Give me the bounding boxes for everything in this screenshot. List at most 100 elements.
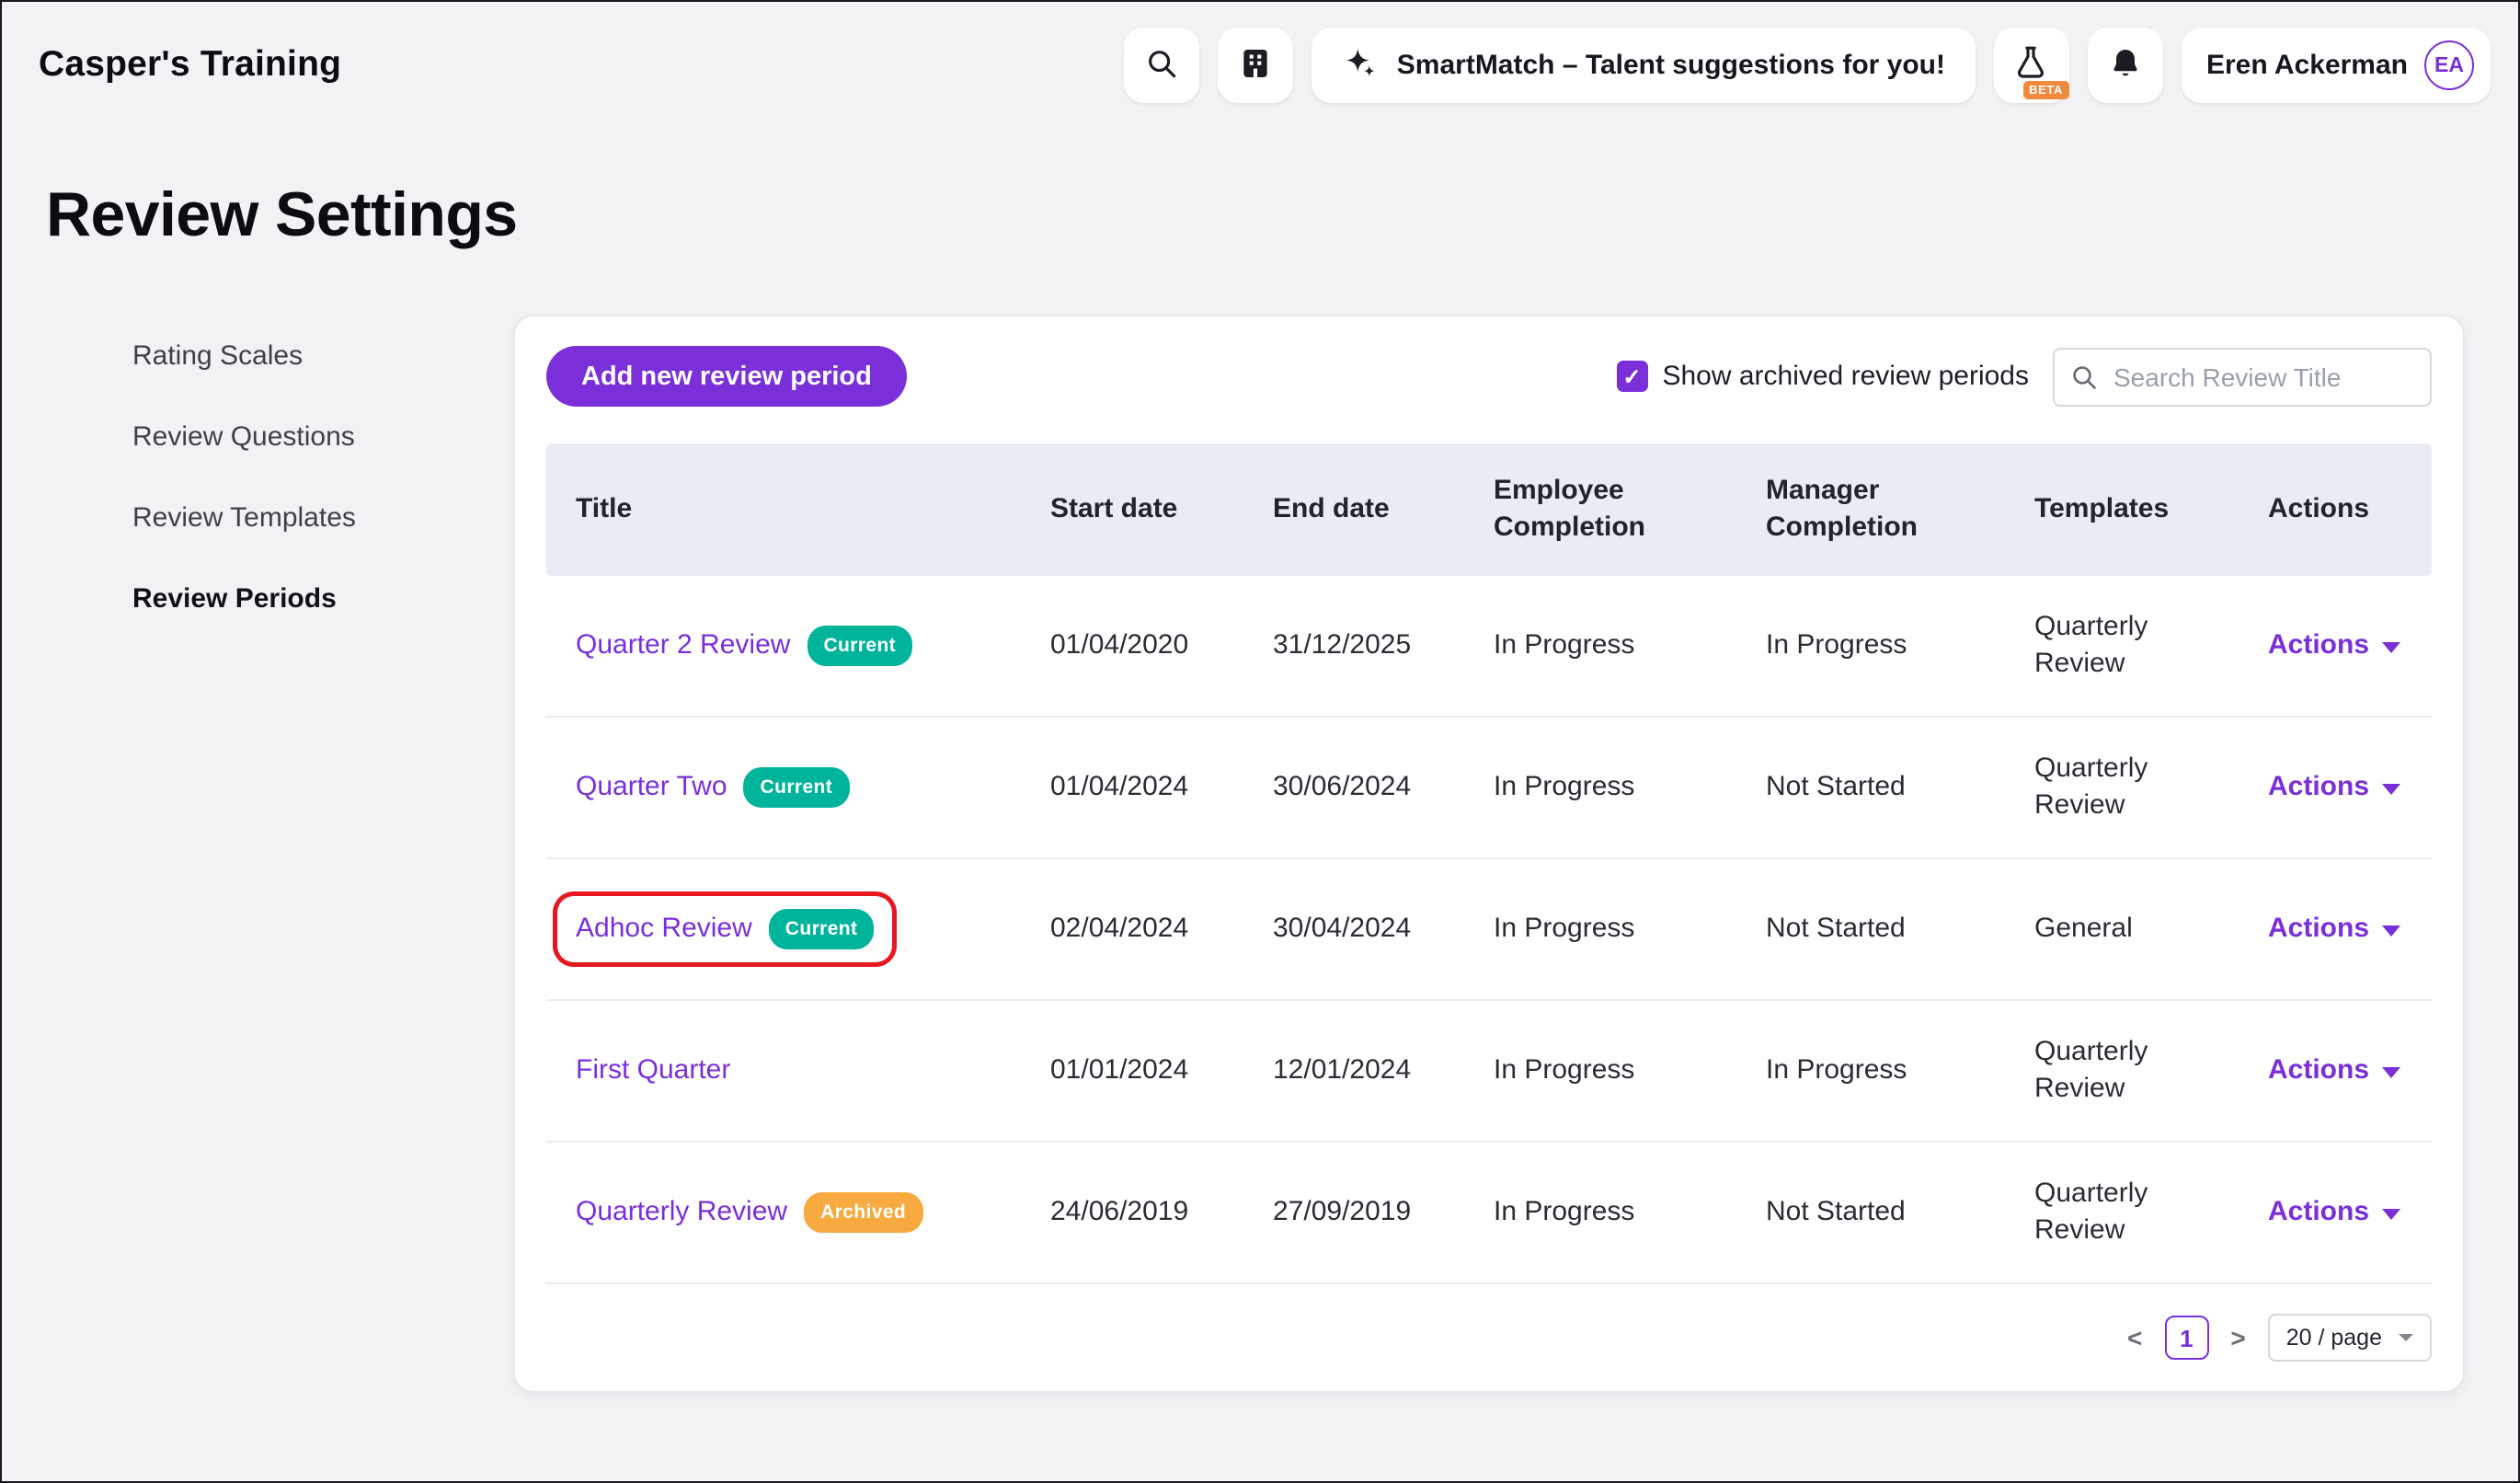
title-cell: Quarter Two Current [546, 755, 1050, 820]
templates-cell: Quarterly Review [2034, 751, 2268, 825]
actions-dropdown[interactable]: Actions [2268, 627, 2400, 665]
smartmatch-button[interactable]: SmartMatch – Talent suggestions for you! [1312, 28, 1975, 103]
templates-cell: Quarterly Review [2034, 1034, 2268, 1109]
start-date-cell: 24/06/2019 [1050, 1194, 1273, 1232]
caret-down-icon [2382, 925, 2400, 937]
topbar: Casper's Training SmartMatch – Talent su… [2, 2, 2518, 103]
start-date-cell: 02/04/2024 [1050, 911, 1273, 948]
actions-label: Actions [2268, 1052, 2369, 1090]
caret-down-icon [2382, 1067, 2400, 1078]
sidebar-item-review-templates[interactable]: Review Templates [132, 502, 513, 534]
templates-cell: General [2034, 911, 2268, 948]
start-date-cell: 01/01/2024 [1050, 1052, 1273, 1090]
status-badge: Current [807, 627, 912, 665]
end-date-cell: 30/06/2024 [1273, 769, 1494, 807]
actions-cell: Actions [2268, 1194, 2435, 1232]
row-title-group: Quarterly Review Archived [557, 1180, 941, 1245]
search-button[interactable] [1125, 28, 1200, 103]
actions-cell: Actions [2268, 769, 2435, 807]
prev-page-button[interactable]: < [2124, 1323, 2146, 1352]
table-body: Quarter 2 Review Current 01/04/2020 31/1… [546, 576, 2432, 1284]
actions-label: Actions [2268, 627, 2369, 665]
show-archived-checkbox[interactable]: ✓ [1616, 361, 1647, 392]
status-badge: Current [769, 910, 875, 948]
beta-badge: BETA [2023, 81, 2068, 99]
column-title: Title [546, 491, 1050, 529]
user-menu-button[interactable]: Eren Ackerman EA [2181, 28, 2491, 103]
employee-completion-cell: In Progress [1494, 1194, 1766, 1232]
row-title-group: Quarter 2 Review Current [557, 614, 931, 678]
title-cell: Quarter 2 Review Current [546, 614, 1050, 678]
pagination: < 1 > 20 / page [546, 1314, 2432, 1362]
manager-completion-cell: In Progress [1766, 627, 2034, 665]
table-row: First Quarter 01/01/2024 12/01/2024 In P… [546, 1001, 2432, 1143]
column-start-date: Start date [1050, 491, 1273, 529]
actions-dropdown[interactable]: Actions [2268, 911, 2400, 948]
company-directory-button[interactable] [1219, 28, 1294, 103]
actions-label: Actions [2268, 911, 2369, 948]
settings-sidenav: Rating Scales Review Questions Review Te… [2, 315, 513, 615]
status-badge: Current [744, 768, 850, 807]
row-title-group: Adhoc Review Current [557, 897, 892, 961]
review-period-link[interactable]: Quarter Two [576, 769, 727, 807]
show-archived-checkbox-row[interactable]: ✓ Show archived review periods [1616, 361, 2029, 392]
user-name: Eren Ackerman [2206, 50, 2408, 81]
next-page-button[interactable]: > [2227, 1323, 2249, 1352]
review-period-link[interactable]: Quarterly Review [576, 1194, 787, 1232]
sidebar-item-review-questions[interactable]: Review Questions [132, 421, 513, 453]
toolbar-right: ✓ Show archived review periods [1616, 347, 2432, 406]
review-period-link[interactable]: First Quarter [576, 1052, 730, 1090]
actions-cell: Actions [2268, 1052, 2435, 1090]
start-date-cell: 01/04/2024 [1050, 769, 1273, 807]
employee-completion-cell: In Progress [1494, 627, 1766, 665]
manager-completion-cell: Not Started [1766, 769, 2034, 807]
row-title-group: First Quarter [557, 1040, 749, 1103]
sidebar-item-rating-scales[interactable]: Rating Scales [132, 340, 513, 372]
topbar-actions: SmartMatch – Talent suggestions for you!… [1125, 28, 2491, 103]
column-end-date: End date [1273, 491, 1494, 529]
manager-completion-cell: Not Started [1766, 1194, 2034, 1232]
end-date-cell: 31/12/2025 [1273, 627, 1494, 665]
column-templates: Templates [2034, 491, 2268, 529]
review-period-link[interactable]: Quarter 2 Review [576, 627, 790, 665]
actions-label: Actions [2268, 1194, 2369, 1232]
page-number[interactable]: 1 [2164, 1316, 2208, 1360]
smartmatch-label: SmartMatch – Talent suggestions for you! [1397, 50, 1945, 81]
add-review-period-button[interactable]: Add new review period [546, 346, 907, 407]
end-date-cell: 12/01/2024 [1273, 1052, 1494, 1090]
actions-dropdown[interactable]: Actions [2268, 1194, 2400, 1232]
end-date-cell: 30/04/2024 [1273, 911, 1494, 948]
page-title: Review Settings [46, 180, 2518, 252]
templates-cell: Quarterly Review [2034, 1176, 2268, 1250]
actions-cell: Actions [2268, 911, 2435, 948]
employee-completion-cell: In Progress [1494, 911, 1766, 948]
table-header: Title Start date End date Employee Compl… [546, 443, 2432, 576]
brand-title: Casper's Training [39, 44, 341, 86]
employee-completion-cell: In Progress [1494, 1052, 1766, 1090]
templates-cell: Quarterly Review [2034, 609, 2268, 684]
manager-completion-cell: In Progress [1766, 1052, 2034, 1090]
title-cell: First Quarter [546, 1040, 1050, 1103]
title-cell: Adhoc Review Current [546, 897, 1050, 961]
review-period-link[interactable]: Adhoc Review [576, 911, 752, 948]
search-review-title-input[interactable] [2053, 347, 2432, 406]
actions-cell: Actions [2268, 627, 2435, 665]
page-size-label: 20 / page [2286, 1325, 2382, 1351]
status-badge: Archived [804, 1193, 922, 1232]
labs-beta-button[interactable]: BETA [1993, 28, 2068, 103]
content: Rating Scales Review Questions Review Te… [2, 315, 2518, 1393]
table-row: Adhoc Review Current 02/04/2024 30/04/20… [546, 859, 2432, 1001]
caret-down-icon [2382, 784, 2400, 795]
actions-dropdown[interactable]: Actions [2268, 1052, 2400, 1090]
column-manager-completion: Manager Completion [1766, 473, 2034, 547]
table-row: Quarter Two Current 01/04/2024 30/06/202… [546, 718, 2432, 859]
end-date-cell: 27/09/2019 [1273, 1194, 1494, 1232]
row-title-group: Quarter Two Current [557, 755, 867, 820]
notifications-button[interactable] [2087, 28, 2162, 103]
sidebar-item-review-periods[interactable]: Review Periods [132, 583, 513, 615]
bell-icon [2107, 45, 2142, 86]
caret-down-icon [2382, 1209, 2400, 1220]
avatar: EA [2424, 40, 2474, 90]
page-size-select[interactable]: 20 / page [2268, 1314, 2432, 1362]
actions-dropdown[interactable]: Actions [2268, 769, 2400, 807]
